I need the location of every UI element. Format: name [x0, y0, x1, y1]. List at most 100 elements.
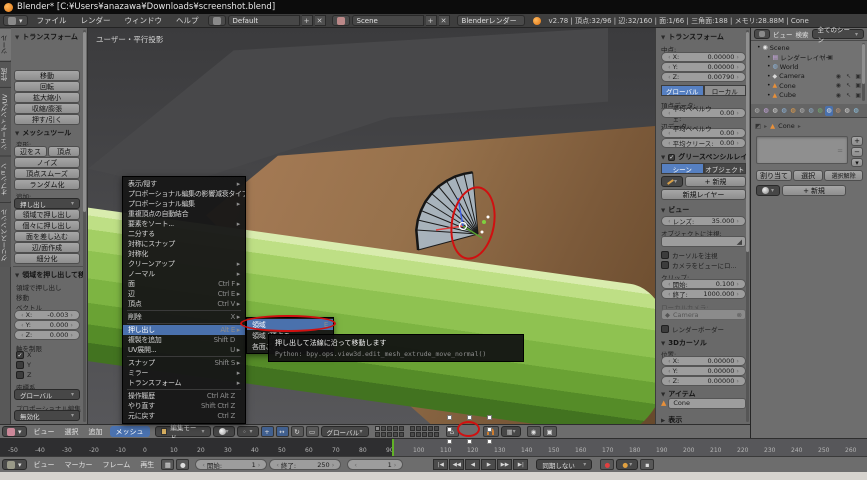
- menu-item-8[interactable]: クリーンアップ▸: [123, 259, 245, 269]
- add-button-1[interactable]: 個々に押し出し: [14, 220, 80, 231]
- median-z-field[interactable]: Z:0.00790: [661, 72, 746, 82]
- delete-layout-button[interactable]: ✕: [315, 15, 326, 26]
- timeline-menu-1[interactable]: マーカー: [60, 460, 98, 470]
- material-slot-list[interactable]: =: [756, 136, 848, 164]
- new-material-button[interactable]: +新規: [782, 185, 846, 196]
- menu-item-24[interactable]: 操作履歴Ctrl Alt Z: [123, 391, 245, 401]
- view3d-menu-2[interactable]: 追加: [84, 427, 108, 437]
- layer-button[interactable]: [428, 426, 433, 431]
- layer-button[interactable]: [381, 432, 386, 437]
- timeline-menu-3[interactable]: 再生: [135, 460, 159, 470]
- menu-item-14[interactable]: 削除X▸: [123, 312, 245, 322]
- outliner-row-cube[interactable]: •▲Cube◉↖▣: [751, 91, 867, 101]
- layer-button[interactable]: [422, 432, 427, 437]
- infobar-menu-0[interactable]: ファイル: [30, 15, 74, 26]
- visibility-icon[interactable]: ◉: [836, 73, 841, 80]
- menu-item-22[interactable]: トランスフォーム▸: [123, 378, 245, 388]
- properties-tab-render[interactable]: ◍: [753, 106, 761, 116]
- annotation-handle-3[interactable]: [447, 427, 452, 432]
- toolshelf-tab-0[interactable]: ツール: [0, 28, 11, 61]
- orientation-dropdown-header[interactable]: グローバル: [321, 426, 369, 437]
- properties-tab-object[interactable]: ◍: [789, 106, 797, 116]
- axis-x-checkbox[interactable]: [16, 351, 24, 359]
- render-opengl-button[interactable]: ◉: [527, 426, 541, 437]
- expander-icon[interactable]: •: [767, 73, 771, 80]
- menu-item-10[interactable]: 面Ctrl F▸: [123, 279, 245, 289]
- toolshelf-tab-4[interactable]: グリースペンシル: [0, 202, 11, 267]
- material-browse-dropdown[interactable]: [756, 185, 780, 196]
- add-button-0[interactable]: 領域で押し出し: [14, 209, 80, 220]
- cursor-x-field[interactable]: X:0.00000: [661, 356, 746, 366]
- menu-item-9[interactable]: ノーマル▸: [123, 269, 245, 279]
- annotation-handle-7[interactable]: [487, 439, 492, 444]
- layer-button[interactable]: [399, 426, 404, 431]
- jump-to-start-button[interactable]: |◀: [433, 459, 448, 470]
- record-button[interactable]: ●: [600, 459, 614, 470]
- grease-checkbox[interactable]: [668, 154, 675, 161]
- expander-icon[interactable]: •: [767, 63, 771, 70]
- menu-item-20[interactable]: スナップShift S▸: [123, 358, 245, 368]
- np-display-header[interactable]: 表示: [661, 415, 682, 424]
- transform-button-0[interactable]: 移動: [14, 70, 80, 81]
- play-button[interactable]: ▶: [481, 459, 496, 470]
- scene-field[interactable]: Scene: [352, 15, 424, 26]
- crease-field[interactable]: 平均クリース:0.00: [661, 138, 746, 148]
- proportional-edit-dropdown[interactable]: 無効化: [14, 410, 80, 421]
- expander-icon[interactable]: •: [767, 82, 771, 89]
- vector-y-field[interactable]: Y:0.000: [14, 320, 80, 330]
- local-camera-field[interactable]: ◆Camera⊗: [661, 309, 746, 320]
- snap-element-dropdown[interactable]: ▦: [501, 426, 521, 437]
- add-scene-button[interactable]: +: [426, 15, 437, 26]
- outliner-row-cone[interactable]: •▲Cone◉↖▣: [751, 81, 867, 91]
- orientation-dropdown[interactable]: グローバル: [14, 389, 80, 400]
- np-view-header[interactable]: ビュー: [661, 205, 689, 215]
- menu-item-18[interactable]: UV展開...U▸: [123, 345, 245, 355]
- global-toggle[interactable]: グローバル: [661, 85, 704, 96]
- camera-lock-checkbox[interactable]: [661, 261, 669, 269]
- vertex-bevel-field[interactable]: 平均ベベルウェ:0.00: [661, 108, 746, 118]
- layer-button[interactable]: [410, 426, 415, 431]
- menu-item-0[interactable]: 表示/隠す▸: [123, 179, 245, 189]
- np-transform-header[interactable]: トランスフォーム: [661, 32, 724, 42]
- menu-item-5[interactable]: 二分する: [123, 229, 245, 239]
- annotation-handle-6[interactable]: [467, 439, 472, 444]
- outliner-row-レンダーレイヤー[interactable]: •▤レンダーレイヤー| ▣: [751, 53, 867, 63]
- median-y-field[interactable]: Y:0.00000: [661, 62, 746, 72]
- visibility-icon[interactable]: ◉: [836, 92, 841, 99]
- eyedropper-icon[interactable]: ◢: [737, 238, 742, 246]
- edge-slide-button[interactable]: 辺をス: [14, 146, 47, 157]
- annotation-handle-0[interactable]: [447, 415, 452, 420]
- menu-item-4[interactable]: 要素をソート...▸: [123, 219, 245, 229]
- infobar-menu-2[interactable]: ウィンドウ: [118, 15, 170, 26]
- render-engine-dropdown[interactable]: Blenderレンダー: [457, 15, 525, 26]
- np-cursor-header[interactable]: 3Dカーソル: [661, 338, 707, 348]
- lock-cursor-checkbox[interactable]: [661, 251, 669, 259]
- add-layout-button[interactable]: +: [302, 15, 313, 26]
- toolshelf-tab-1[interactable]: 作成: [0, 61, 11, 87]
- annotation-handle-4[interactable]: [487, 427, 492, 432]
- timeline-ruler[interactable]: -50-40-30-20-100102030405060708090100110…: [0, 438, 867, 456]
- outliner-search-menu[interactable]: 検索: [796, 29, 809, 39]
- expander-icon[interactable]: •: [757, 44, 761, 51]
- layer-button[interactable]: [387, 426, 392, 431]
- breadcrumb-object-name[interactable]: Cone: [778, 122, 795, 130]
- render-border-checkbox[interactable]: [661, 325, 669, 333]
- view3d-editor-type-button[interactable]: ▾: [2, 426, 27, 437]
- menu-item-1[interactable]: プロポーショナル編集の影響減衰タイプ▸: [123, 189, 245, 199]
- infobar-menu-3[interactable]: ヘルプ: [169, 15, 206, 26]
- scale-manipulator-icon[interactable]: ▭: [306, 426, 319, 437]
- menu-item-11[interactable]: 辺Ctrl E▸: [123, 289, 245, 299]
- properties-tab-scene[interactable]: ◍: [771, 106, 779, 116]
- screen-layout-field[interactable]: Default: [228, 15, 300, 26]
- outliner-filter-dropdown[interactable]: 全てのシーン: [812, 29, 865, 39]
- outliner-scrollbar[interactable]: [862, 43, 865, 101]
- add-slot-button[interactable]: +: [851, 136, 863, 146]
- visibility-icon[interactable]: ◉: [836, 82, 841, 89]
- outliner-view-menu[interactable]: ビュー: [773, 29, 793, 39]
- edge-bevel-field[interactable]: 平均ベベルウェ:0.00: [661, 128, 746, 138]
- vector-z-field[interactable]: Z:0.000: [14, 330, 80, 340]
- properties-tab-modifiers[interactable]: ◍: [807, 106, 815, 116]
- layer-button[interactable]: [399, 432, 404, 437]
- frame-start-field[interactable]: 開始:1: [195, 459, 267, 470]
- deselect-button[interactable]: 選択解除: [824, 170, 863, 181]
